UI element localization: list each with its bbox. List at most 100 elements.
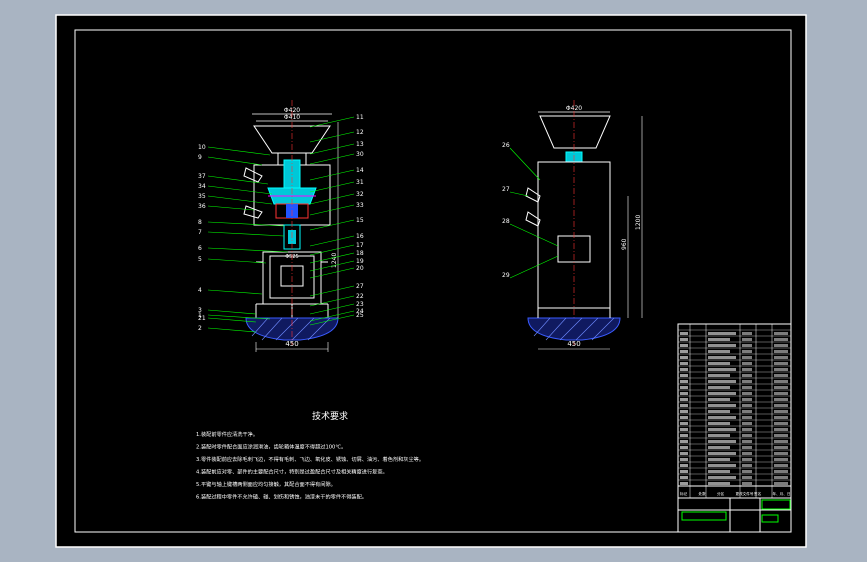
bom-cell bbox=[708, 410, 730, 413]
bom-cell bbox=[708, 398, 730, 401]
tech-item: 2.装配时零件配合面应涂润滑油，齿轮箱体温度不得超过100℃。 bbox=[196, 443, 346, 451]
bom-cell bbox=[742, 368, 752, 371]
bom-cell bbox=[742, 392, 752, 395]
bom-cell bbox=[742, 374, 752, 377]
callout-label: 23 bbox=[356, 301, 364, 308]
bom-cell bbox=[774, 434, 788, 437]
title-block: 标记 处数 分区 更改文件号 签名 年、月、日 bbox=[677, 323, 792, 533]
callout-label: 34 bbox=[198, 183, 206, 190]
bom-cell bbox=[680, 440, 688, 443]
callout-label: 9 bbox=[198, 154, 202, 161]
bom-cell bbox=[708, 440, 736, 443]
callout-label: 30 bbox=[356, 151, 364, 158]
callout-label: 36 bbox=[198, 203, 206, 210]
callout-label: 7 bbox=[198, 229, 202, 236]
tech-item: 3.零件装配前应去除毛刺飞边，不得有毛刺、飞边、氧化皮、锈蚀、切屑、油污、着色剂… bbox=[196, 455, 424, 463]
callout-label: 26 bbox=[502, 142, 510, 149]
bom-cell bbox=[742, 482, 752, 485]
bom-cell bbox=[708, 470, 730, 473]
bom-cell bbox=[774, 470, 788, 473]
callout-label: 29 bbox=[502, 272, 510, 279]
bom-cell bbox=[774, 464, 788, 467]
bom-cell bbox=[680, 344, 688, 347]
bom-cell bbox=[680, 446, 688, 449]
bom-cell bbox=[708, 428, 736, 431]
title-block-col: 处数 bbox=[699, 491, 707, 496]
bom-cell bbox=[680, 392, 688, 395]
bom-cell bbox=[774, 398, 788, 401]
callout-label: 5 bbox=[198, 256, 202, 263]
bom-cell bbox=[680, 386, 688, 389]
bom-cell bbox=[774, 374, 788, 377]
bom-cell bbox=[708, 386, 730, 389]
bom-cell bbox=[680, 332, 688, 335]
bom-cell bbox=[774, 368, 788, 371]
tech-item: 1.装配前零件应清洗干净。 bbox=[196, 430, 258, 438]
bom-cell bbox=[742, 350, 752, 353]
bom-cell bbox=[708, 458, 730, 461]
bom-cell bbox=[774, 404, 788, 407]
tech-item: 6.装配过程中零件不允许磕、碰、划伤和锈蚀，油漆未干的零件不得装配。 bbox=[196, 493, 367, 501]
bom-cell bbox=[774, 332, 788, 335]
bom-cell bbox=[680, 350, 688, 353]
bom-cell bbox=[742, 428, 752, 431]
bom-cell bbox=[742, 410, 752, 413]
bom-cell bbox=[708, 452, 736, 455]
bom-cell bbox=[708, 464, 736, 467]
callout-label: 33 bbox=[356, 202, 364, 209]
bom-cell bbox=[680, 404, 688, 407]
bom-cell bbox=[774, 440, 788, 443]
bom-cell bbox=[680, 362, 688, 365]
bom-cell bbox=[708, 374, 730, 377]
bom-cell bbox=[708, 380, 736, 383]
bom-cell bbox=[680, 410, 688, 413]
bom-cell bbox=[708, 422, 730, 425]
bom-cell bbox=[774, 362, 788, 365]
callout-label: 35 bbox=[198, 193, 206, 200]
bom-cell bbox=[742, 356, 752, 359]
callout-label: 22 bbox=[356, 293, 364, 300]
bom-cell bbox=[774, 380, 788, 383]
callout-label: 25 bbox=[356, 312, 364, 319]
callout-label: 19 bbox=[356, 258, 364, 265]
callout-label: 10 bbox=[198, 144, 206, 151]
callout-label: 14 bbox=[356, 167, 364, 174]
bom-cell bbox=[708, 350, 730, 353]
title-block-col: 标记 bbox=[680, 491, 688, 496]
bom-cell bbox=[742, 464, 752, 467]
bom-cell bbox=[774, 344, 788, 347]
bom-cell bbox=[742, 404, 752, 407]
side-dim-h2: 1200 bbox=[635, 215, 642, 230]
bom-cell bbox=[742, 332, 752, 335]
bom-cell bbox=[742, 362, 752, 365]
bom-cell bbox=[680, 368, 688, 371]
callout-label: 8 bbox=[198, 219, 202, 226]
callout-label: 27 bbox=[502, 186, 510, 193]
callout-label: 20 bbox=[356, 265, 364, 272]
bom-cell bbox=[708, 476, 736, 479]
bom-cell bbox=[708, 332, 736, 335]
bom-cell bbox=[708, 338, 730, 341]
bom-cell bbox=[774, 410, 788, 413]
bom-cell bbox=[680, 356, 688, 359]
tech-item: 4.装配前应对零、部件的主要配合尺寸，特别是过盈配合尺寸及相关精度进行复查。 bbox=[196, 468, 388, 476]
bom-cell bbox=[742, 422, 752, 425]
bom-cell bbox=[680, 434, 688, 437]
bom-cell bbox=[774, 452, 788, 455]
bom-cell bbox=[774, 422, 788, 425]
bom-cell bbox=[680, 476, 688, 479]
bom-cell bbox=[680, 464, 688, 467]
bom-cell bbox=[708, 362, 730, 365]
side-dim-h1: 960 bbox=[621, 238, 628, 250]
bom-cell bbox=[680, 374, 688, 377]
callout-label: 16 bbox=[356, 233, 364, 240]
callout-label: 2 bbox=[198, 325, 202, 332]
callout-label: 6 bbox=[198, 245, 202, 252]
bom-cell bbox=[742, 380, 752, 383]
bom-cell bbox=[774, 392, 788, 395]
bom-cell bbox=[742, 440, 752, 443]
cad-drawing: Φ420 Φ410 Φ525 450 1240 1093734353687654… bbox=[55, 14, 807, 548]
title-block-col: 签名 bbox=[754, 491, 762, 496]
bom-cell bbox=[742, 416, 752, 419]
callout-label: 31 bbox=[356, 179, 364, 186]
